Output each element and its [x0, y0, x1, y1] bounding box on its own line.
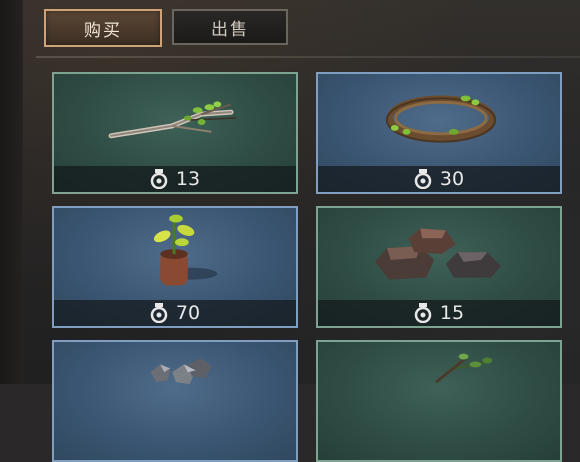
tab-sell-label: 出售: [211, 19, 249, 40]
shop-item-grid: 13 30 70 15: [52, 72, 572, 462]
price-bar: 30: [318, 166, 560, 192]
ore-icon: [150, 358, 212, 385]
tab-sell[interactable]: 出售: [172, 9, 288, 45]
currency-icon: [150, 169, 168, 189]
left-rail: [0, 0, 23, 384]
price-value: 30: [439, 168, 465, 190]
sapling-icon: [153, 214, 218, 286]
price-value: 15: [439, 302, 465, 324]
shop-item-plant[interactable]: [316, 340, 562, 462]
shop-tabs: 购买 出售: [44, 9, 288, 49]
shop-item-vine-wreath[interactable]: 30: [316, 72, 562, 194]
tab-buy-label: 购买: [84, 20, 122, 41]
shop-item-branch[interactable]: 13: [52, 72, 298, 194]
tab-divider: [36, 56, 580, 58]
currency-icon: [414, 303, 432, 323]
price-value: 13: [175, 168, 201, 190]
vine-wreath-icon: [385, 95, 497, 143]
plant-icon: [435, 353, 493, 384]
price-value: 70: [175, 302, 201, 324]
price-bar: 13: [54, 166, 296, 192]
branch-icon: [108, 101, 237, 139]
currency-icon: [414, 169, 432, 189]
shop-item-ore[interactable]: [52, 340, 298, 462]
currency-icon: [150, 303, 168, 323]
price-bar: 70: [54, 300, 296, 326]
shop-item-rocks[interactable]: 15: [316, 206, 562, 328]
shop-item-sapling[interactable]: 70: [52, 206, 298, 328]
tab-buy[interactable]: 购买: [44, 9, 162, 47]
rocks-icon: [375, 228, 501, 280]
price-bar: 15: [318, 300, 560, 326]
